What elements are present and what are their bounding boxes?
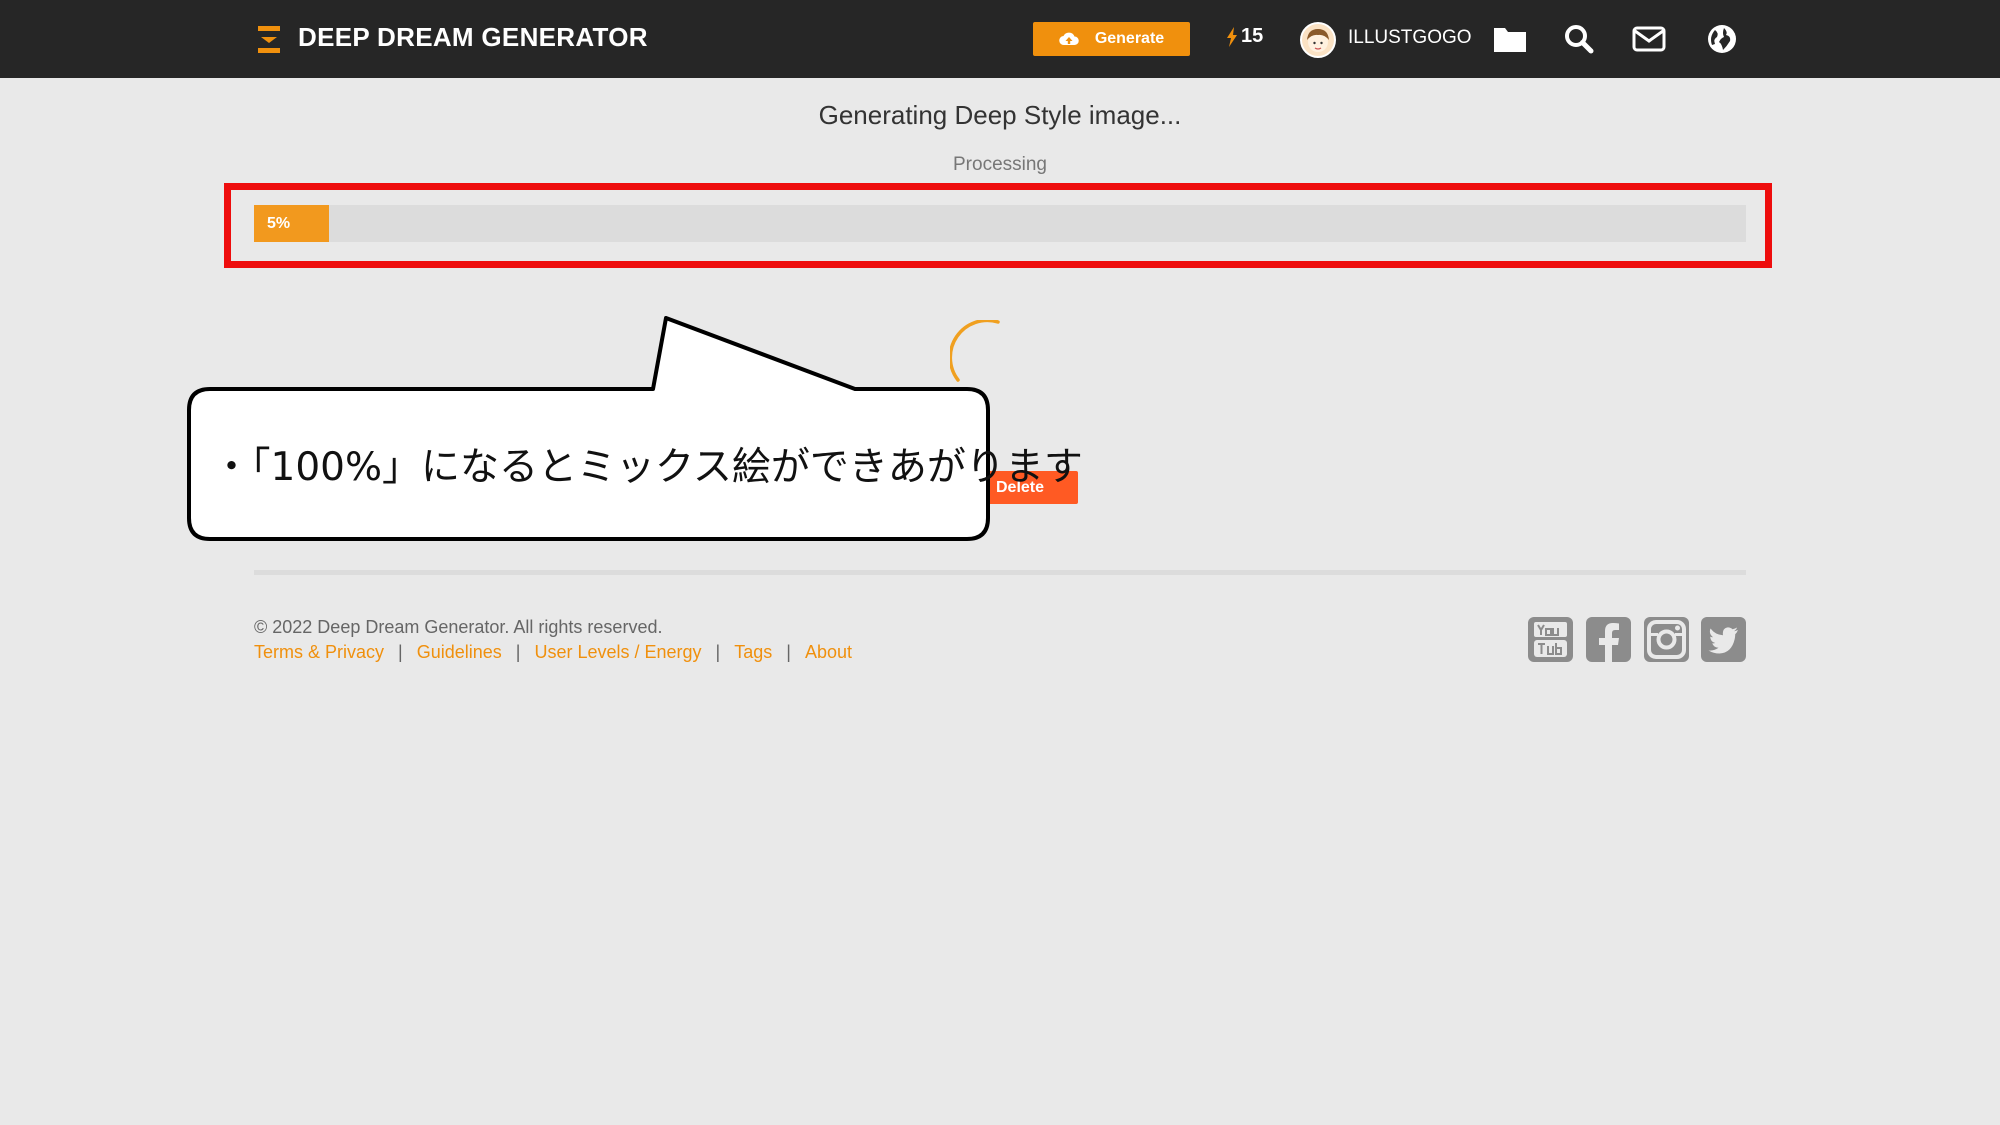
footer-separator: | — [398, 642, 403, 662]
user-avatar-icon — [1307, 29, 1329, 52]
youtube-icon[interactable] — [1528, 617, 1573, 662]
footer-separator: | — [715, 642, 721, 662]
instagram-icon[interactable] — [1644, 617, 1689, 662]
footer-link-about[interactable]: About — [805, 642, 852, 663]
footer-separator: | — [786, 642, 791, 662]
callout-text: ・「100%」になるとミックス絵ができあがります — [212, 445, 1083, 490]
footer-links: Terms & Privacy | Guidelines | User Leve… — [254, 642, 852, 663]
lightning-icon — [1227, 26, 1237, 47]
twitter-icon[interactable] — [1701, 617, 1746, 662]
generate-button[interactable]: Generate — [1033, 22, 1190, 56]
footer-separator: | — [515, 642, 521, 662]
globe-icon[interactable] — [1704, 22, 1740, 56]
generate-label: Generate — [1094, 30, 1165, 47]
folder-icon[interactable] — [1492, 22, 1528, 56]
search-icon[interactable] — [1561, 22, 1597, 56]
footer-link-terms[interactable]: Terms & Privacy — [254, 642, 384, 663]
username[interactable]: ILLUSTGOGO — [1348, 27, 1472, 49]
cloud-upload-icon — [1059, 32, 1079, 46]
footer-divider — [254, 570, 1746, 575]
footer-link-user-levels[interactable]: User Levels / Energy — [534, 642, 701, 663]
facebook-icon[interactable] — [1586, 617, 1631, 662]
footer-link-tags[interactable]: Tags — [734, 642, 772, 663]
footer-link-guidelines[interactable]: Guidelines — [417, 642, 502, 663]
copyright: © 2022 Deep Dream Generator. All rights … — [254, 617, 663, 637]
energy-counter[interactable]: 15 — [1226, 25, 1263, 48]
avatar[interactable] — [1300, 22, 1336, 58]
energy-value: 15 — [1241, 25, 1264, 47]
mail-icon[interactable] — [1631, 22, 1667, 56]
